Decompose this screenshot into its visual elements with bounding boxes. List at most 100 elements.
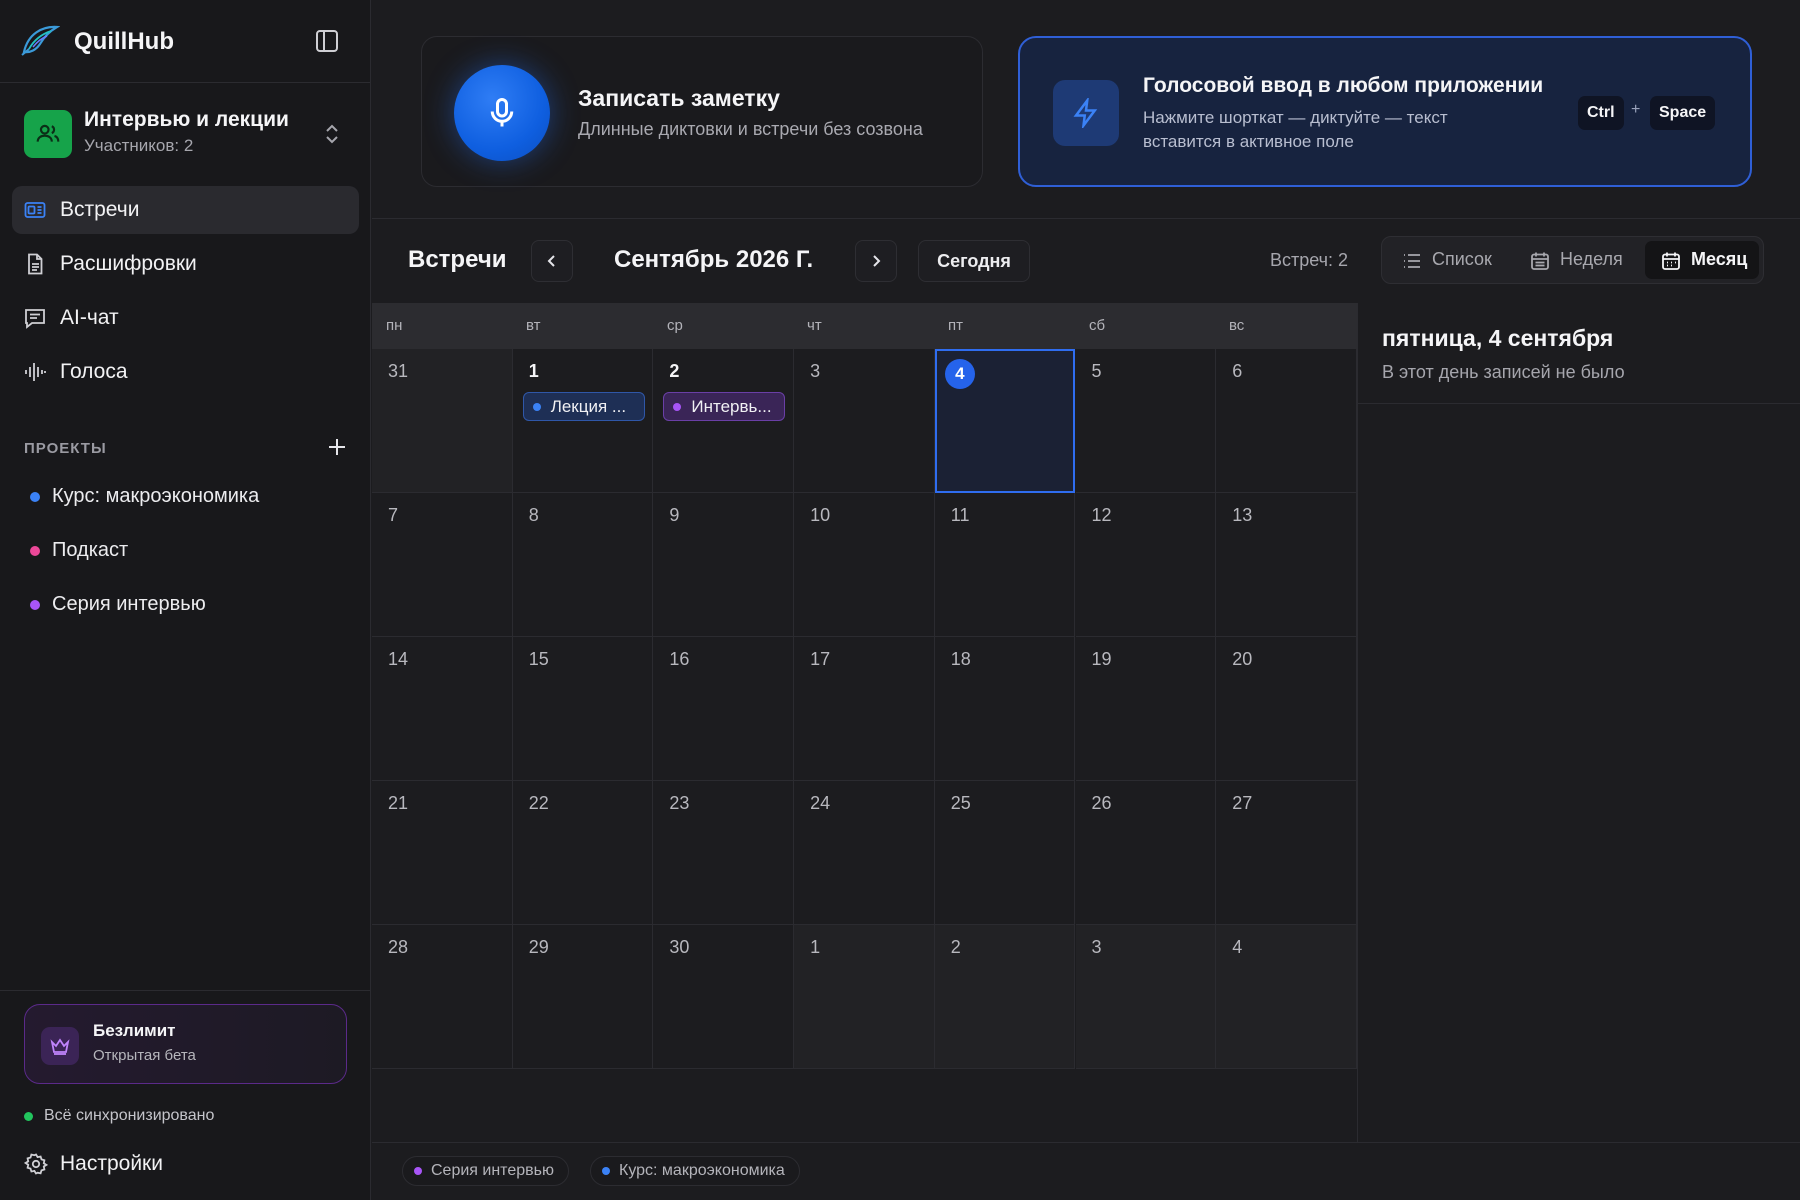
app-name: QuillHub: [74, 28, 174, 55]
today-marker: 4: [944, 359, 975, 389]
calendar-day-cell[interactable]: 8: [512, 493, 654, 637]
nav-item-voices[interactable]: Голоса: [12, 348, 359, 396]
weekday-label: сб: [1089, 317, 1106, 334]
calendar-day-cell[interactable]: 20: [1216, 637, 1357, 781]
plan-card[interactable]: Безлимит Открытая бета: [24, 1004, 347, 1084]
next-month-button[interactable]: [855, 240, 897, 282]
voice-input-card[interactable]: Голосовой ввод в любом приложении Нажмит…: [1018, 36, 1752, 187]
calendar-event[interactable]: Интервь...: [663, 392, 786, 421]
projects-heading: ПРОЕКТЫ: [24, 440, 107, 457]
day-number: 22: [528, 793, 549, 813]
calendar-day-cell[interactable]: 22: [512, 781, 654, 925]
view-week-button[interactable]: Неделя: [1514, 241, 1642, 279]
project-label: Курс: макроэкономика: [52, 485, 260, 507]
calendar-day-cell[interactable]: 24: [794, 781, 935, 925]
calendar-day-cell[interactable]: 10: [794, 493, 935, 637]
workspace-switcher[interactable]: Интервью и лекции Участников: 2: [22, 104, 352, 160]
calendar-day-cell[interactable]: 2: [934, 925, 1076, 1069]
calendar-day-cell[interactable]: 27: [1216, 781, 1357, 925]
shortcut-key-space: Space: [1650, 96, 1716, 130]
shortcut-plus: +: [1631, 101, 1641, 118]
nav-item-meetings[interactable]: Встречи: [12, 186, 359, 234]
calendar-day-cell[interactable]: 4: [1216, 925, 1357, 1069]
calendar-day-cell[interactable]: 5: [1075, 349, 1217, 493]
calendar-day-cell[interactable]: 28: [372, 925, 513, 1069]
calendar-day-cell[interactable]: 2 Интервь...: [653, 349, 795, 493]
calendar-day-cell[interactable]: 6: [1216, 349, 1357, 493]
project-item-podcast[interactable]: Подкаст: [28, 536, 348, 566]
waveform-icon: [25, 363, 46, 381]
calendar-day-cell[interactable]: 19: [1075, 637, 1217, 781]
calendar-day-cell[interactable]: 18: [934, 637, 1076, 781]
nav-item-transcripts[interactable]: Расшифровки: [12, 240, 359, 288]
day-number: 2: [950, 937, 961, 957]
sync-status-label: Всё синхронизировано: [44, 1107, 215, 1124]
day-number: 21: [388, 793, 409, 813]
calendar-day-cell[interactable]: 31: [372, 349, 513, 493]
calendar-day-cell[interactable]: 3: [1075, 925, 1217, 1069]
calendar-day-cell[interactable]: 14: [372, 637, 513, 781]
calendar-day-cell[interactable]: 15: [512, 637, 654, 781]
page-title: Встречи: [408, 246, 507, 273]
calendar-day-cell[interactable]: 1 Лекция ...: [512, 349, 654, 493]
day-number: 6: [1232, 361, 1243, 381]
day-number: 8: [528, 505, 539, 525]
divider: [1358, 403, 1800, 404]
day-number: 17: [810, 649, 831, 669]
calendar-day-cell[interactable]: 17: [794, 637, 935, 781]
calendar-day-cell[interactable]: 9: [653, 493, 795, 637]
chevron-up-down-icon: [326, 124, 338, 144]
day-number: 30: [669, 937, 690, 957]
workspace-members: Участников: 2: [84, 136, 194, 155]
calendar-day-cell[interactable]: 26: [1075, 781, 1217, 925]
calendar-day-cell[interactable]: 23: [653, 781, 795, 925]
view-label: Список: [1432, 249, 1492, 269]
list-icon: [1404, 254, 1420, 268]
settings-button[interactable]: Настройки: [12, 1142, 359, 1186]
calendar-day-cell[interactable]: 3: [794, 349, 935, 493]
calendar-day-cell[interactable]: 4: [934, 349, 1076, 493]
project-item-macroeconomics[interactable]: Курс: макроэкономика: [28, 482, 348, 512]
record-note-card[interactable]: Записать заметку Длинные диктовки и встр…: [421, 36, 983, 187]
calendar-day-cell[interactable]: 16: [653, 637, 795, 781]
chevron-left-icon: [547, 255, 555, 267]
settings-label: Настройки: [60, 1152, 163, 1175]
day-number: 18: [950, 649, 971, 669]
event-color-dot: [673, 403, 682, 411]
day-number: 11: [950, 505, 970, 525]
chat-icon: [25, 309, 45, 329]
legend-chip-macroeconomics[interactable]: Курс: макроэкономика: [590, 1156, 800, 1186]
day-number: 7: [388, 505, 399, 525]
calendar-day-cell[interactable]: 7: [372, 493, 513, 637]
calendar-day-cell[interactable]: 29: [512, 925, 654, 1069]
today-button[interactable]: Сегодня: [918, 240, 1030, 282]
sidebar-toggle-icon[interactable]: [316, 30, 338, 52]
weekday-header: пн вт ср чт пт сб вс: [372, 303, 1357, 349]
calendar-day-cell[interactable]: 13: [1216, 493, 1357, 637]
day-number: 4: [1232, 937, 1243, 957]
chevron-right-icon: [873, 255, 881, 267]
project-item-interview-series[interactable]: Серия интервью: [28, 590, 348, 620]
calendar-day-cell[interactable]: 21: [372, 781, 513, 925]
calendar-day-cell[interactable]: 11: [934, 493, 1076, 637]
legend-chip-interview-series[interactable]: Серия интервью: [402, 1156, 569, 1186]
weekday-label: вт: [526, 317, 541, 334]
prev-month-button[interactable]: [531, 240, 573, 282]
calendar-event[interactable]: Лекция ...: [522, 392, 645, 421]
calendar-day-cell[interactable]: 1: [794, 925, 935, 1069]
plan-title: Безлимит: [93, 1021, 176, 1040]
view-month-button[interactable]: Месяц: [1645, 241, 1759, 279]
workspace-name: Интервью и лекции: [84, 108, 289, 131]
add-project-icon[interactable]: [326, 436, 348, 458]
calendar-day-cell[interactable]: 30: [653, 925, 795, 1069]
view-list-button[interactable]: Список: [1386, 241, 1512, 279]
day-number: 29: [528, 937, 549, 957]
calendar-day-cell[interactable]: 25: [934, 781, 1076, 925]
plan-subtitle: Открытая бета: [93, 1047, 196, 1064]
calendar-day-cell[interactable]: 12: [1075, 493, 1217, 637]
day-number: 31: [388, 361, 409, 381]
legend-label: Серия интервью: [431, 1162, 554, 1179]
nav-item-ai-chat[interactable]: AI-чат: [12, 294, 359, 342]
record-button[interactable]: [454, 65, 550, 161]
nav-item-label: Расшифровки: [60, 252, 197, 275]
